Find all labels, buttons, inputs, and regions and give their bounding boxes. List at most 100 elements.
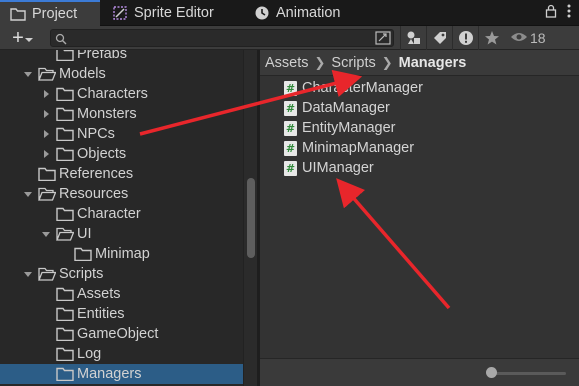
folder-icon [56,50,74,62]
open-folder-icon [38,267,57,281]
folder-icon [56,87,74,102]
csharp-script-icon: # [284,120,297,136]
tree-item-label: UI [77,226,92,242]
breadcrumb: Assets ❯ Scripts ❯ Managers [260,50,579,76]
tree-item-scripts[interactable]: Scripts [0,264,243,284]
folder-icon [56,127,74,142]
expand-arrow-open-icon[interactable] [22,68,34,80]
sprite-editor-icon [112,5,128,21]
tree-item-label: Log [77,346,102,362]
tree-item-assets[interactable]: Assets [0,284,243,304]
tree-item-ui[interactable]: UI [0,224,243,244]
tree-item-models[interactable]: Models [0,64,243,84]
eye-icon [510,30,528,46]
open-folder-icon [56,227,75,241]
tree-item-entities[interactable]: Entities [0,304,243,324]
tab-animation[interactable]: Animation [252,0,382,26]
tab-project-label: Project [32,6,78,22]
visibility-count: 18 [530,30,546,46]
script-file-datamanager[interactable]: # DataManager [284,98,390,118]
tree-item-monsters[interactable]: Monsters [0,104,243,124]
tree-scrollbar[interactable] [243,50,257,386]
create-button[interactable]: + [4,26,42,49]
search-by-type-icon[interactable] [400,26,426,50]
tree-item-label: References [59,166,134,182]
folder-icon [56,107,74,122]
icon-size-slider-track[interactable] [492,372,566,375]
project-toolbar: + 18 [0,26,579,50]
tree-item-gameobject[interactable]: GameObject [0,324,243,344]
expand-arrow-closed-icon[interactable] [40,108,52,120]
favorites-star-icon[interactable] [478,26,504,50]
tree-scrollbar-thumb[interactable] [247,178,255,258]
script-file-label: EntityManager [302,120,396,136]
tree-item-label: Prefabs [77,50,127,62]
tree-item-character[interactable]: Character [0,204,243,224]
tree-item-label: Scripts [59,266,104,282]
script-file-minimapmanager[interactable]: # MinimapManager [284,138,414,158]
window-tab-bar: Project Sprite Editor Animation [0,0,579,26]
expand-arrow-closed-icon[interactable] [40,148,52,160]
expand-arrow-open-icon[interactable] [40,228,52,240]
tree-item-characters[interactable]: Characters [0,84,243,104]
expand-arrow-open-icon[interactable] [22,188,34,200]
tree-item-minimap[interactable]: Minimap [0,244,243,264]
more-options-icon[interactable] [567,4,571,23]
plus-icon: + [12,26,24,49]
expand-arrow-open-icon[interactable] [22,268,34,280]
tree-item-managers[interactable]: Managers [0,364,243,384]
search-by-label-icon[interactable] [426,26,452,50]
folder-icon [38,167,56,182]
tab-project[interactable]: Project [0,0,100,26]
tree-item-label: Characters [77,86,148,102]
tree-item-resources[interactable]: Resources [0,184,243,204]
expand-arrow-closed-icon[interactable] [40,88,52,100]
tab-animation-label: Animation [276,5,341,21]
tree-item-log[interactable]: Log [0,344,243,364]
script-file-entitymanager[interactable]: # EntityManager [284,118,396,138]
tree-item-references[interactable]: References [0,164,243,184]
search-input[interactable] [73,30,373,46]
hidden-packages-toggle[interactable]: 18 [504,30,546,46]
script-file-label: MinimapManager [302,140,415,156]
tab-sprite-editor[interactable]: Sprite Editor [108,0,244,26]
folder-icon [56,287,74,302]
breadcrumb-chevron-icon: ❯ [314,54,326,70]
tree-item-label: Monsters [77,106,137,122]
expand-arrow-closed-icon[interactable] [40,128,52,140]
search-field[interactable] [50,29,394,47]
script-file-uimanager[interactable]: # UIManager [284,158,374,178]
tree-item-label: Managers [77,366,142,382]
asset-pane-footer [260,358,579,386]
tree-item-label: Objects [77,146,127,162]
csharp-script-icon: # [284,140,297,156]
search-mode-icon[interactable] [375,31,391,50]
script-file-label: UIManager [302,160,374,176]
folder-tree: Prefabs Models Characters Monsters NPCs Objec… [0,50,243,386]
breadcrumb-current[interactable]: Managers [399,55,467,71]
breadcrumb-item-scripts[interactable]: Scripts [331,55,375,71]
script-file-charactermanager[interactable]: # CharacterManager [284,78,423,98]
breadcrumb-chevron-icon: ❯ [381,54,393,70]
tree-item-prefabs[interactable]: Prefabs [0,50,243,64]
tree-item-label: Assets [77,286,121,302]
folder-icon [10,6,26,22]
breadcrumb-item-assets[interactable]: Assets [265,55,309,71]
tree-item-label: Character [77,206,141,222]
lock-icon[interactable] [545,4,557,23]
log-level-icon[interactable] [452,26,478,50]
tree-item-npcs[interactable]: NPCs [0,124,243,144]
folder-icon [56,367,74,382]
tree-item-objects[interactable]: Objects [0,144,243,164]
tree-item-label: Models [59,66,106,82]
icon-size-slider-handle[interactable] [486,367,497,378]
folder-icon [56,207,74,222]
